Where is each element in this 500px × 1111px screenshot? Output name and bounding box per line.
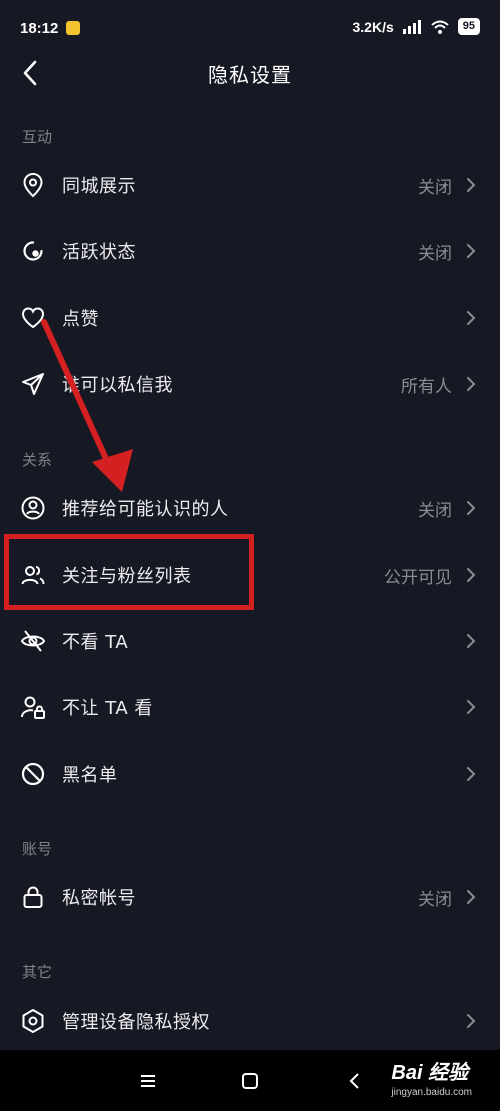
users-icon <box>21 566 45 585</box>
chevron-right-icon <box>467 311 476 325</box>
user-lock-icon <box>21 696 45 719</box>
row-device-privacy[interactable]: 管理设备隐私授权 <box>0 988 500 1054</box>
chevron-right-icon <box>467 377 476 391</box>
row-value: 所有人 <box>401 376 452 397</box>
active-status-icon <box>23 241 43 261</box>
row-label: 同城展示 <box>62 176 136 197</box>
user-circle-icon <box>21 496 45 520</box>
row-not-see[interactable]: 不看 TA <box>0 608 500 674</box>
row-follow-list[interactable]: 关注与粉丝列表 公开可见 <box>0 542 500 608</box>
row-who-can-dm[interactable]: 谁可以私信我 所有人 <box>0 351 500 417</box>
chevron-right-icon <box>467 244 476 258</box>
wifi-icon <box>431 20 449 34</box>
baidu-jingyan-watermark: Bai 经验 jingyan.baidu.com <box>391 1056 472 1098</box>
row-recommend[interactable]: 推荐给可能认识的人 关闭 <box>0 475 500 541</box>
chevron-right-icon <box>467 1014 476 1028</box>
row-value: 关闭 <box>418 889 452 910</box>
row-likes[interactable]: 点赞 <box>0 285 500 351</box>
row-label: 点赞 <box>62 309 99 330</box>
section-label-interaction: 互动 <box>22 128 53 146</box>
back-icon[interactable] <box>16 58 46 88</box>
nav-back-icon[interactable] <box>342 1068 368 1094</box>
hexagon-shield-icon <box>22 1009 44 1033</box>
signal-icon <box>402 19 421 34</box>
row-value: 关闭 <box>418 243 452 264</box>
row-label: 私密帐号 <box>62 888 136 909</box>
status-time: 18:12 <box>20 19 59 37</box>
watermark-site: jingyan.baidu.com <box>391 1087 472 1098</box>
row-active-status[interactable]: 活跃状态 关闭 <box>0 218 500 284</box>
menu-icon[interactable] <box>135 1068 161 1094</box>
row-private-account[interactable]: 私密帐号 关闭 <box>0 864 500 930</box>
heart-icon <box>21 307 45 329</box>
row-value: 关闭 <box>418 500 452 521</box>
chevron-right-icon <box>467 700 476 714</box>
row-label: 不看 TA <box>62 632 129 653</box>
row-value: 关闭 <box>418 177 452 198</box>
section-label-other: 其它 <box>22 963 53 981</box>
row-label: 黑名单 <box>62 765 118 786</box>
block-icon <box>21 762 45 786</box>
lock-icon <box>23 886 43 908</box>
row-same-city[interactable]: 同城展示 关闭 <box>0 152 500 218</box>
section-label-account: 账号 <box>22 840 53 858</box>
chevron-right-icon <box>467 634 476 648</box>
page-title: 隐私设置 <box>208 62 292 87</box>
row-value: 公开可见 <box>384 567 452 588</box>
chevron-right-icon <box>467 767 476 781</box>
notification-icon <box>66 21 81 35</box>
status-indicators: 3.2K/s 95 <box>352 18 480 35</box>
row-label: 推荐给可能认识的人 <box>62 499 229 520</box>
chevron-right-icon <box>467 178 476 192</box>
page-header: 隐私设置 <box>0 50 500 96</box>
eye-off-icon <box>20 630 46 652</box>
chevron-right-icon <box>467 568 476 582</box>
chevron-right-icon <box>467 890 476 904</box>
section-label-relation: 关系 <box>22 451 53 469</box>
row-label: 活跃状态 <box>62 242 136 263</box>
location-pin-icon <box>23 172 43 198</box>
watermark-logo: Bai 经验 <box>391 1062 469 1084</box>
battery-indicator: 95 <box>457 18 480 35</box>
row-not-let-see[interactable]: 不让 TA 看 <box>0 674 500 740</box>
row-blacklist[interactable]: 黑名单 <box>0 741 500 807</box>
paper-plane-icon <box>22 373 44 395</box>
row-label: 不让 TA 看 <box>62 698 153 719</box>
home-icon[interactable] <box>237 1068 263 1094</box>
network-speed: 3.2K/s <box>352 18 394 35</box>
row-label: 管理设备隐私授权 <box>62 1012 210 1033</box>
row-label: 谁可以私信我 <box>62 375 173 396</box>
row-label: 关注与粉丝列表 <box>62 566 192 587</box>
status-bar: 18:12 3.2K/s 95 <box>0 0 500 56</box>
chevron-right-icon <box>467 501 476 515</box>
